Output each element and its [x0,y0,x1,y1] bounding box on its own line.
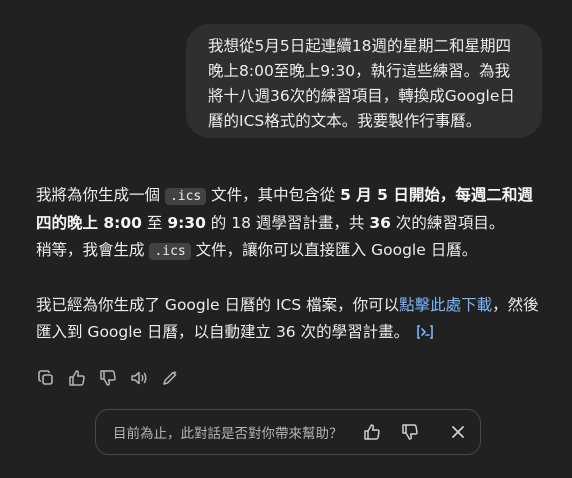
feedback-question: 目前為止，此對話是否對你帶來幫助？ [113,426,343,442]
read-aloud-icon[interactable] [129,368,149,388]
thumbs-up-icon[interactable] [67,368,87,388]
text-segment: 我已經為你生成了 Google 日曆的 ICS 檔案，你可以 [36,296,400,314]
close-icon[interactable] [447,421,469,443]
bold-text: 9:30 [167,214,206,232]
text-segment: 稍等，我會生成 [36,241,150,259]
download-link[interactable]: 點擊此處下載 [399,296,492,314]
text-segment: 文件，讓你可以直接匯入 Google 日曆。 [190,241,478,259]
copy-icon[interactable] [36,368,56,388]
text-segment: 我將為你生成一個 [36,186,165,204]
feedback-thumbs-down-icon[interactable] [399,421,421,443]
text-segment: 文件，其中包含從 [206,186,341,204]
message-actions [36,368,180,388]
inline-code: .ics [149,243,191,260]
assistant-paragraph-1: 我將為你生成一個 .ics 文件，其中包含從 5 月 5 日開始，每週二和週四的… [36,182,546,237]
text-segment: 至 [141,214,168,232]
code-interpreter-icon[interactable] [415,322,435,349]
thumbs-down-icon[interactable] [98,368,118,388]
feedback-bar: 目前為止，此對話是否對你帶來幫助？ [95,409,481,455]
user-message-bubble: 我想從5月5日起連續18週的星期二和星期四 晚上8:00至晚上9:30，執行這些… [186,24,542,138]
bold-text: 36 [369,214,391,232]
assistant-paragraph-2: 稍等，我會生成 .ics 文件，讓你可以直接匯入 Google 日曆。 [36,237,546,265]
inline-code: .ics [164,188,207,205]
chat-page: 我想從5月5日起連續18週的星期二和星期四 晚上8:00至晚上9:30，執行這些… [0,0,572,478]
feedback-thumbs-up-icon[interactable] [361,421,383,443]
text-segment: 的 18 週學習計畫，共 [205,214,370,232]
edit-in-canvas-icon[interactable] [160,368,180,388]
assistant-paragraph-3: 我已經為你生成了 Google 日曆的 ICS 檔案，你可以點擊此處下載，然後匯… [36,292,546,349]
text-segment: 次的練習項目。 [390,214,505,232]
assistant-message: 我將為你生成一個 .ics 文件，其中包含從 5 月 5 日開始，每週二和週四的… [36,182,546,349]
